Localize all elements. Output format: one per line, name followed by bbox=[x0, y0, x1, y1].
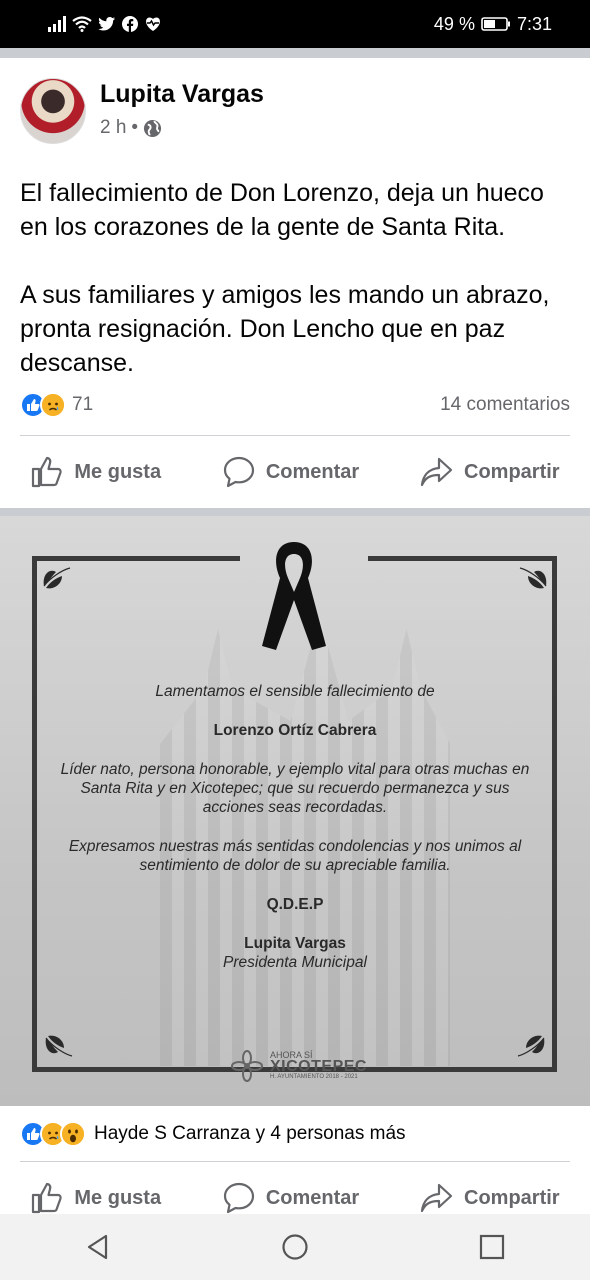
frame-top-right bbox=[368, 556, 557, 561]
share-button[interactable]: Compartir bbox=[420, 1181, 560, 1215]
share-button[interactable]: Compartir bbox=[420, 455, 560, 489]
clock: 7:31 bbox=[516, 13, 552, 34]
recents-icon[interactable] bbox=[478, 1233, 506, 1261]
reaction-summary[interactable]: 71 bbox=[20, 392, 93, 418]
battery-icon bbox=[481, 17, 510, 31]
comment-icon bbox=[223, 1182, 254, 1214]
globe-icon bbox=[144, 119, 162, 137]
reactions-count: 71 bbox=[72, 394, 94, 415]
frame-top-left bbox=[32, 556, 240, 561]
facebook-app-icon bbox=[122, 16, 138, 32]
comment-icon bbox=[223, 456, 254, 488]
share-icon bbox=[420, 457, 453, 487]
like-label: Me gusta bbox=[74, 460, 162, 483]
sad-reaction-icon bbox=[40, 392, 66, 418]
status-bar: 49 % 7:31 bbox=[0, 0, 590, 48]
avatar[interactable] bbox=[20, 78, 86, 144]
comment-button[interactable]: Comentar bbox=[222, 455, 359, 489]
post-meta: 2 h • bbox=[100, 117, 264, 139]
post-time[interactable]: 2 h bbox=[100, 117, 126, 139]
twitter-icon bbox=[98, 17, 115, 31]
leaf-icon-bottom-right bbox=[517, 1035, 545, 1057]
image-stats-divider bbox=[20, 1161, 570, 1162]
share-label: Compartir bbox=[464, 1186, 560, 1209]
image-reaction-text: Hayde S Carranza y 4 personas más bbox=[94, 1123, 406, 1144]
signer-name: Lupita Vargas bbox=[244, 935, 346, 952]
home-icon[interactable] bbox=[281, 1233, 309, 1261]
section-separator bbox=[0, 508, 590, 516]
frame-bottom-left bbox=[32, 1067, 222, 1072]
post-paragraph: El fallecimiento de Don Lorenzo, deja un… bbox=[20, 179, 544, 241]
leaf-icon-top-right bbox=[519, 567, 547, 589]
deceased-name: Lorenzo Ortíz Cabrera bbox=[213, 722, 377, 739]
comment-label: Comentar bbox=[265, 460, 360, 483]
post-actions: Me gusta Comentar Compartir bbox=[0, 452, 590, 492]
system-nav-bar bbox=[0, 1214, 590, 1280]
leaf-icon-top-left bbox=[43, 567, 71, 589]
logo-main: XICOTEPEC bbox=[270, 1057, 367, 1075]
post-text: El fallecimiento de Don Lorenzo, deja un… bbox=[20, 176, 575, 380]
thumbs-up-icon bbox=[32, 1182, 63, 1214]
condolence-image[interactable]: Lamentamos el sensible fallecimiento de … bbox=[0, 516, 590, 1106]
health-heart-icon bbox=[146, 17, 160, 31]
post-stats: 71 14 comentarios bbox=[20, 392, 570, 418]
post-paragraph: A sus familiares y amigos les mando un a… bbox=[20, 281, 550, 377]
frame-bottom-right bbox=[370, 1067, 557, 1072]
meta-separator: • bbox=[131, 117, 139, 138]
card-text: Lamentamos el sensible fallecimiento de … bbox=[60, 682, 530, 972]
logo-sub: H. AYUNTAMIENTO 2018 - 2021 bbox=[270, 1073, 358, 1080]
condolences-text: Expresamos nuestras más sentidas condole… bbox=[68, 838, 522, 874]
card-intro: Lamentamos el sensible fallecimiento de bbox=[155, 683, 435, 700]
like-button[interactable]: Me gusta bbox=[30, 1181, 161, 1215]
image-actions: Me gusta Comentar Compartir bbox=[0, 1178, 590, 1218]
battery-percent: 49 % bbox=[433, 13, 475, 34]
comment-button[interactable]: Comentar bbox=[222, 1181, 359, 1215]
signer-title: Presidenta Municipal bbox=[223, 954, 367, 971]
share-icon bbox=[420, 1183, 453, 1213]
signal-icon bbox=[48, 16, 66, 32]
back-icon[interactable] bbox=[84, 1233, 112, 1261]
like-label: Me gusta bbox=[74, 1186, 162, 1209]
image-reaction-summary[interactable]: Hayde S Carranza y 4 personas más bbox=[20, 1121, 406, 1147]
logo-text: AHORA SÍ XICOTEPEC H. AYUNTAMIENTO 2018 … bbox=[270, 1050, 367, 1083]
status-icons-left bbox=[0, 16, 162, 32]
post-header-text: Lupita Vargas 2 h • bbox=[100, 80, 264, 139]
like-button[interactable]: Me gusta bbox=[30, 455, 161, 489]
xicotepec-logo: AHORA SÍ XICOTEPEC H. AYUNTAMIENTO 2018 … bbox=[230, 1046, 370, 1086]
leaf-icon-bottom-left bbox=[45, 1035, 73, 1057]
qdep-text: Q.D.E.P bbox=[266, 896, 324, 913]
post-header: Lupita Vargas 2 h • bbox=[20, 78, 264, 144]
thumbs-up-icon bbox=[32, 456, 63, 488]
tribute-text: Líder nato, persona honorable, y ejemplo… bbox=[60, 761, 530, 816]
stats-divider bbox=[20, 435, 570, 436]
author-name[interactable]: Lupita Vargas bbox=[100, 80, 264, 109]
share-label: Compartir bbox=[464, 460, 560, 483]
wow-reaction-icon bbox=[60, 1121, 86, 1147]
top-separator bbox=[0, 48, 590, 58]
comment-label: Comentar bbox=[265, 1186, 360, 1209]
flower-logo-icon bbox=[231, 1050, 263, 1082]
comments-count[interactable]: 14 comentarios bbox=[440, 394, 570, 416]
status-icons-right: 49 % 7:31 bbox=[434, 14, 590, 35]
mourning-ribbon-icon bbox=[262, 542, 326, 650]
wifi-icon bbox=[72, 16, 92, 32]
